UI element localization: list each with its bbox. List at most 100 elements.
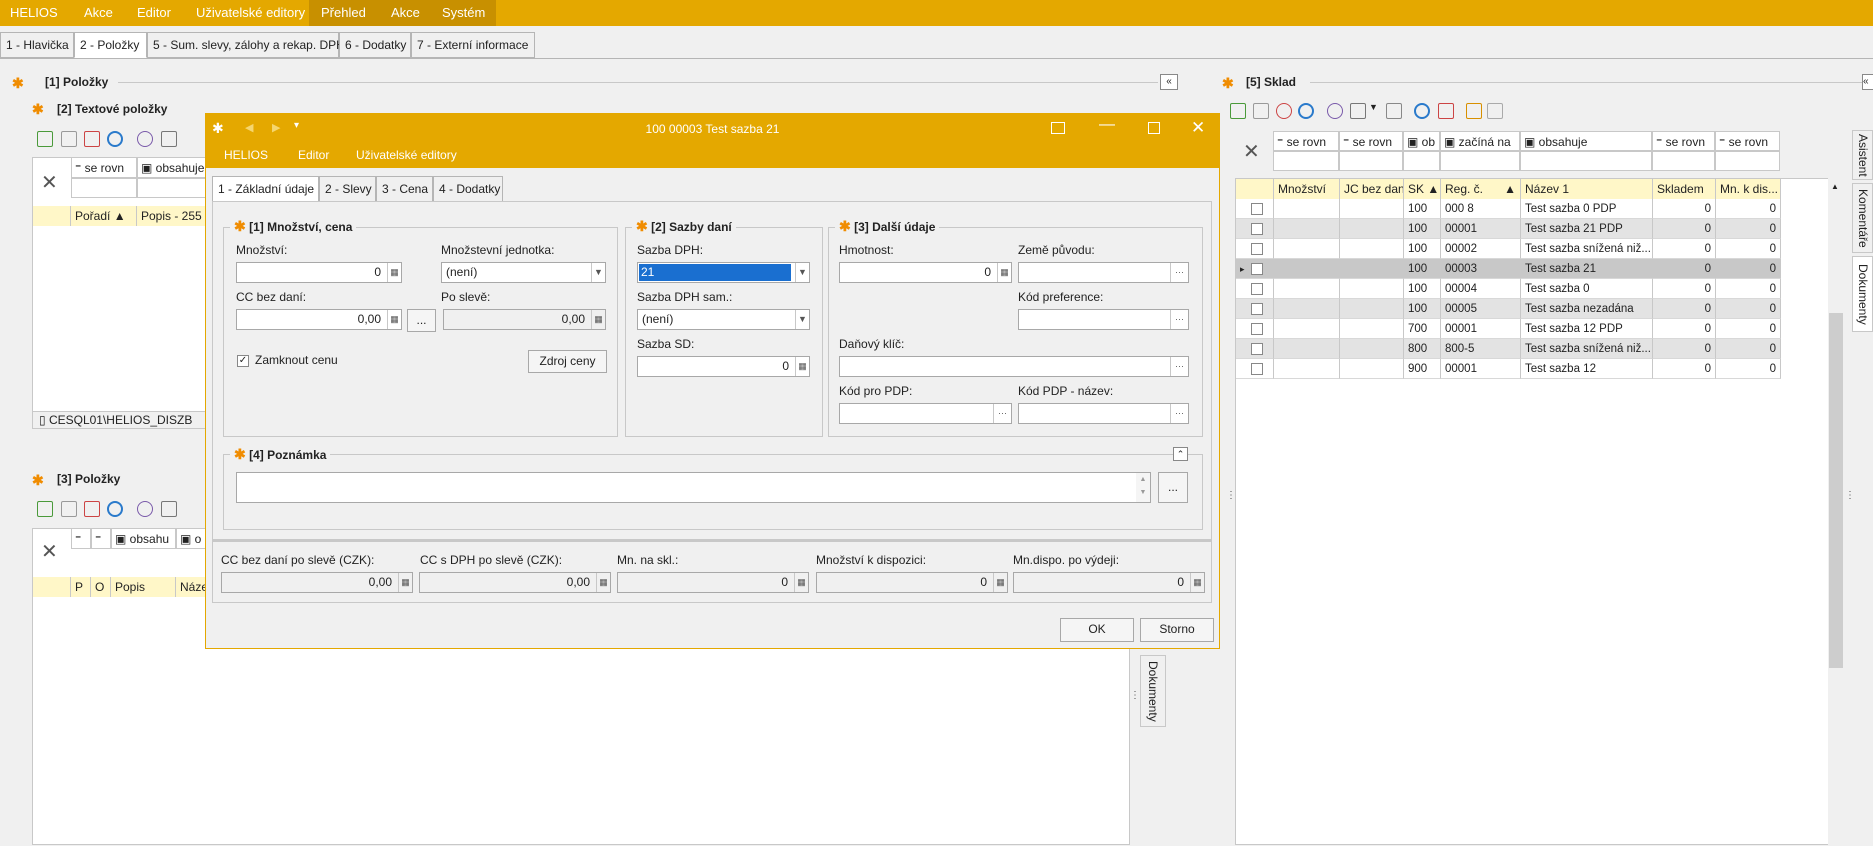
table-cell[interactable]: Test sazba 21 PDP — [1521, 219, 1653, 239]
input-danovy[interactable]: ··· — [839, 356, 1189, 377]
p3-col-popis[interactable]: Popis — [111, 577, 176, 597]
row-checkbox[interactable] — [1251, 363, 1263, 375]
table-cell[interactable]: 0 — [1653, 219, 1716, 239]
dlg-menu-editor[interactable]: Editor — [298, 148, 329, 162]
table-cell[interactable] — [1274, 239, 1340, 259]
table-row[interactable]: 100 000 8 Test sazba 0 PDP 0 0 — [1236, 199, 1781, 219]
table-cell[interactable]: 0 — [1653, 279, 1716, 299]
table-cell[interactable]: 000 8 — [1441, 199, 1521, 219]
table-cell[interactable] — [1340, 359, 1404, 379]
splitter-grip-right[interactable]: ⋮ — [1226, 490, 1236, 501]
splitter-grip-left[interactable]: ⋮ — [1130, 690, 1140, 701]
refresh-icon[interactable] — [107, 501, 123, 517]
side-tab-asistent[interactable]: Asistent — [1852, 130, 1873, 180]
table-cell[interactable]: 100 — [1404, 199, 1441, 219]
row-checkbox[interactable] — [1251, 263, 1263, 275]
table-cell[interactable] — [1340, 319, 1404, 339]
side-tab-komentare[interactable]: Komentáře — [1852, 183, 1873, 253]
row-checkbox[interactable] — [1251, 323, 1263, 335]
table-cell[interactable] — [1274, 279, 1340, 299]
table-cell[interactable]: 00001 — [1441, 319, 1521, 339]
input-cc[interactable]: 0,00 ▦ — [236, 309, 402, 330]
grid-icon[interactable] — [1350, 103, 1366, 119]
new-record-icon[interactable] — [37, 501, 53, 517]
table-cell[interactable]: 0 — [1716, 279, 1781, 299]
row-selector[interactable] — [1236, 359, 1274, 379]
row-selector[interactable] — [1236, 219, 1274, 239]
clear-filter-icon[interactable]: ✕ — [41, 170, 58, 195]
col-sk[interactable]: SK ▲ — [1404, 179, 1441, 199]
input-zeme[interactable]: ··· — [1018, 262, 1189, 283]
table-cell[interactable]: Test sazba snížená niž... — [1521, 239, 1653, 259]
collapse-right-icon[interactable]: « — [1862, 74, 1873, 90]
table-cell[interactable]: 0 — [1716, 339, 1781, 359]
clear-filter-icon[interactable]: ✕ — [41, 539, 58, 564]
table-cell[interactable]: 0 — [1716, 239, 1781, 259]
new-record-icon[interactable] — [37, 131, 53, 147]
table-cell[interactable] — [1274, 219, 1340, 239]
table-cell[interactable] — [1274, 259, 1340, 279]
refresh-icon[interactable] — [1298, 103, 1314, 119]
table-cell[interactable] — [1340, 199, 1404, 219]
row-selector[interactable] — [1236, 299, 1274, 319]
col-mn-dis[interactable]: Mn. k dis... — [1716, 179, 1781, 199]
select-sazba-dph[interactable]: 21 ▼ — [637, 262, 810, 283]
table-row[interactable]: ▸ 100 00003 Test sazba 21 0 0 — [1236, 259, 1781, 279]
checkbox-zamknout[interactable]: ✓ — [237, 355, 249, 367]
dlg-tab-dodatky[interactable]: 4 - Dodatky — [433, 176, 503, 202]
table-cell[interactable]: 0 — [1716, 319, 1781, 339]
col-skladem[interactable]: Skladem — [1653, 179, 1716, 199]
table-cell[interactable] — [1274, 339, 1340, 359]
table-cell[interactable]: 00002 — [1441, 239, 1521, 259]
tab-externi[interactable]: 7 - Externí informace — [411, 32, 535, 58]
sk-filter-4[interactable]: obsahuje — [1539, 135, 1588, 149]
table-cell[interactable]: 0 — [1716, 259, 1781, 279]
sk-filter-1[interactable]: se rovn — [1353, 135, 1392, 149]
table-cell[interactable] — [1340, 339, 1404, 359]
table-cell[interactable]: Test sazba 0 — [1521, 279, 1653, 299]
clear-filter-icon[interactable]: ✕ — [1243, 139, 1260, 164]
poznamka-ellipsis-button[interactable]: ... — [1158, 472, 1188, 503]
dlg-tab-cena[interactable]: 3 - Cena — [376, 176, 433, 202]
input-sazba-sd[interactable]: 0 ▦ — [637, 356, 810, 377]
table-cell[interactable] — [1340, 299, 1404, 319]
menu-akce[interactable]: Akce — [84, 0, 113, 26]
zdroj-ceny-button[interactable]: Zdroj ceny — [528, 350, 607, 373]
input-kod-pdp[interactable]: ··· — [839, 403, 1012, 424]
table-cell[interactable]: Test sazba nezadána — [1521, 299, 1653, 319]
row-checkbox[interactable] — [1251, 223, 1263, 235]
sk-filter-5[interactable]: se rovn — [1666, 135, 1705, 149]
row-selector[interactable]: ▸ — [1236, 259, 1274, 279]
table-cell[interactable]: 800 — [1404, 339, 1441, 359]
table-cell[interactable]: 800-5 — [1441, 339, 1521, 359]
sk-filter-3[interactable]: začíná na — [1459, 135, 1511, 149]
table-cell[interactable]: Test sazba 12 PDP — [1521, 319, 1653, 339]
col-reg[interactable]: Reg. č. ▲ — [1441, 179, 1521, 199]
table-cell[interactable]: Test sazba 12 — [1521, 359, 1653, 379]
table-cell[interactable]: 0 — [1653, 259, 1716, 279]
row-checkbox[interactable] — [1251, 303, 1263, 315]
col-mnozstvi[interactable]: Množství — [1274, 179, 1340, 199]
row-checkbox[interactable] — [1251, 243, 1263, 255]
row-checkbox[interactable] — [1251, 283, 1263, 295]
new-record-icon[interactable] — [1230, 103, 1246, 119]
menu-akce-2[interactable]: Akce — [379, 0, 431, 26]
table-cell[interactable]: 0 — [1653, 299, 1716, 319]
table-cell[interactable]: 0 — [1653, 199, 1716, 219]
collapse-left-icon[interactable]: « — [1160, 74, 1178, 90]
side-tab-dokumenty-left[interactable]: Dokumenty — [1140, 655, 1166, 727]
table-row[interactable]: 100 00005 Test sazba nezadána 0 0 — [1236, 299, 1781, 319]
close-icon[interactable]: ✕ — [1191, 118, 1205, 138]
sk-filter-6[interactable]: se rovn — [1729, 135, 1768, 149]
table-cell[interactable]: 0 — [1653, 319, 1716, 339]
table-cell[interactable] — [1274, 359, 1340, 379]
settings-icon[interactable] — [137, 131, 153, 147]
table-cell[interactable]: 0 — [1716, 219, 1781, 239]
table-row[interactable]: 800 800-5 Test sazba snížená niž... 0 0 — [1236, 339, 1781, 359]
p2-col-popis[interactable]: Popis - 255 — [137, 206, 209, 226]
col-jc[interactable]: JC bez daní — [1340, 179, 1404, 199]
storno-button[interactable]: Storno — [1140, 618, 1214, 642]
table-cell[interactable]: 0 — [1716, 299, 1781, 319]
table-cell[interactable]: 100 — [1404, 239, 1441, 259]
splitter-grip-side[interactable]: ⋮ — [1845, 490, 1855, 501]
